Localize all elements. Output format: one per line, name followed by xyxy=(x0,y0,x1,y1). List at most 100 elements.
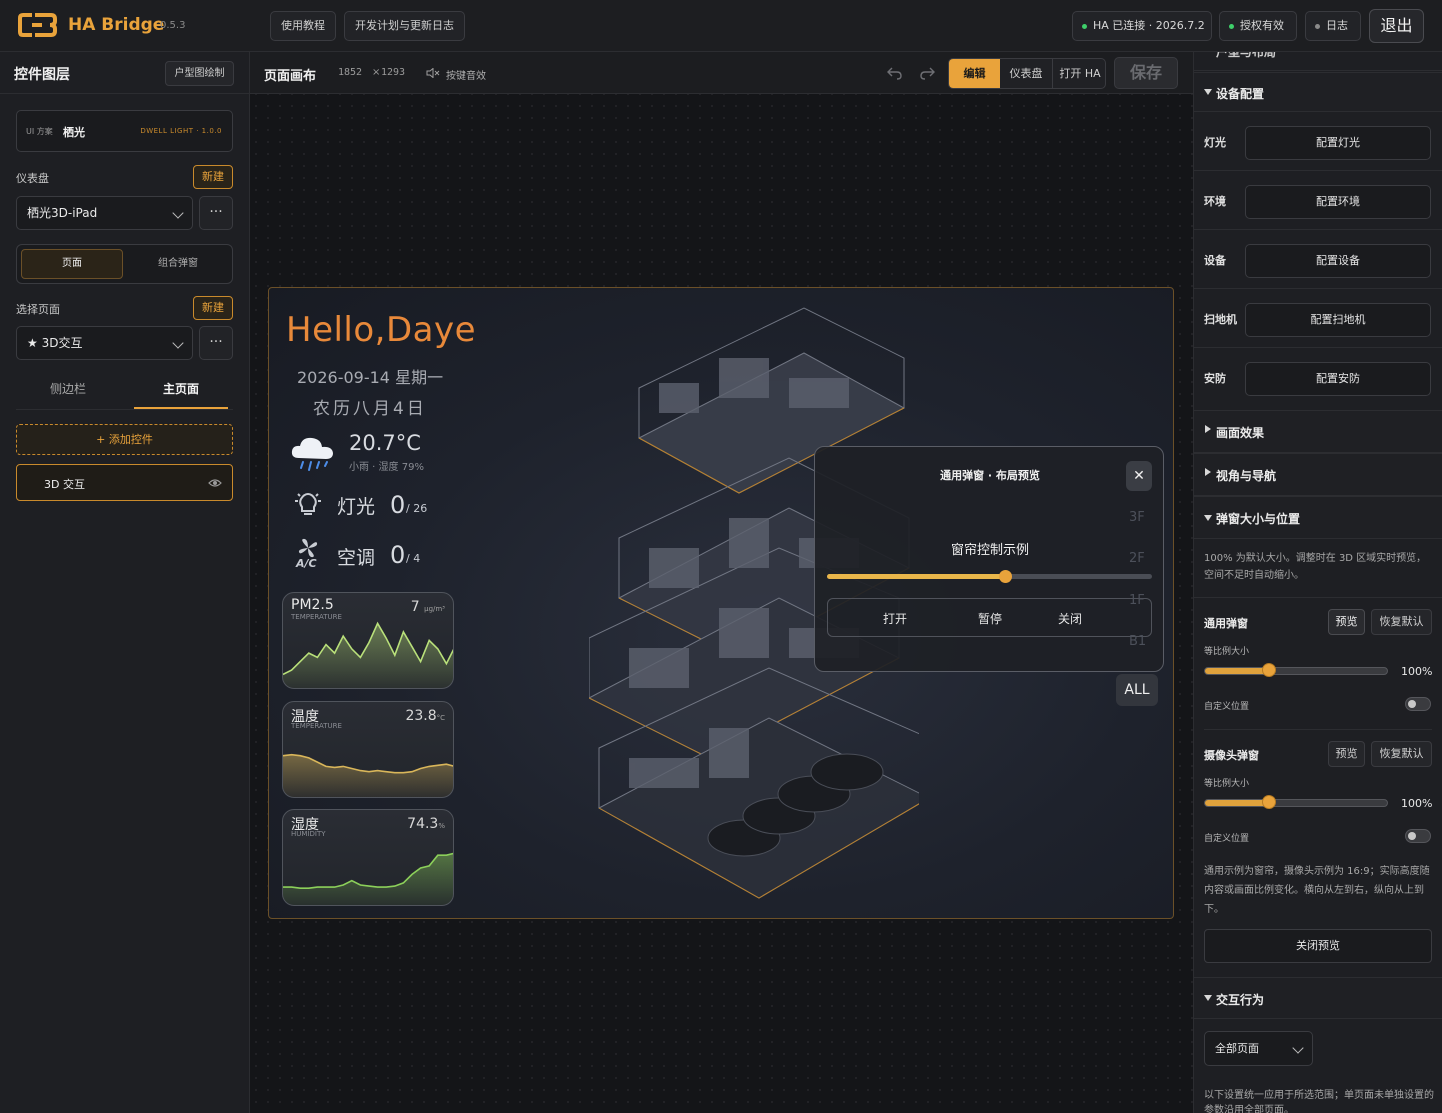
ui-scheme-card[interactable]: UI 方案 栖光 DWELL LIGHT · 1.0.0 xyxy=(16,110,233,152)
device-row-light: 灯光 配置灯光 xyxy=(1194,112,1442,171)
mode-edit[interactable]: 编辑 xyxy=(949,59,1000,88)
layer-item[interactable]: 3D 交互 xyxy=(16,464,233,501)
ha-status-badge[interactable]: HA 已连接 · 2026.7.2 xyxy=(1072,11,1212,41)
general-scale-value: 100% xyxy=(1401,665,1433,678)
ui-scheme-tag: DWELL LIGHT · 1.0.0 xyxy=(140,127,222,135)
mode-tabs: 页面 组合弹窗 xyxy=(16,244,233,284)
config-security-button[interactable]: 配置安防 xyxy=(1245,362,1431,396)
interaction-title: 交互行为 xyxy=(1216,993,1265,1007)
undo-icon[interactable] xyxy=(887,66,903,80)
chart-area xyxy=(283,754,453,797)
log-button[interactable]: 日志 xyxy=(1305,11,1361,41)
mode-switch: 编辑 仪表盘 打开 HA xyxy=(948,58,1106,89)
view-nav-header[interactable]: 视角与导航 xyxy=(1194,453,1442,496)
floor-1f-label[interactable]: 1F xyxy=(1129,593,1145,608)
camera-scale-slider[interactable] xyxy=(1204,795,1388,809)
save-button[interactable]: 保存 xyxy=(1114,57,1178,89)
close-preview-button[interactable]: 关闭预览 xyxy=(1204,929,1432,963)
tab-indicator xyxy=(134,407,228,409)
floor-3f-label[interactable]: 3F xyxy=(1129,510,1145,525)
eye-icon[interactable] xyxy=(208,478,222,488)
mute-icon[interactable] xyxy=(426,68,440,78)
device-label: 设备 xyxy=(1204,254,1226,267)
tab-page[interactable]: 页面 xyxy=(21,249,123,279)
chart-subtitle: TEMPERATURE xyxy=(291,722,342,730)
floor-2f-label[interactable]: 2F xyxy=(1129,551,1145,566)
mode-open-ha[interactable]: 打开 HA xyxy=(1053,59,1105,88)
curtain-buttons: 打开 暂停 关闭 xyxy=(827,598,1152,637)
curtain-close-button[interactable]: 关闭 xyxy=(1045,610,1095,627)
page-more-button[interactable]: ··· xyxy=(199,326,233,360)
license-badge[interactable]: 授权有效 xyxy=(1219,11,1297,41)
ac-label: 空调 xyxy=(337,547,376,569)
pm25-chart-card[interactable]: PM2.5 TEMPERATURE 7 μg/m³ xyxy=(282,592,454,689)
chart-title: PM2.5 xyxy=(291,597,334,613)
app-logo-icon xyxy=(18,13,57,37)
camera-preview-button[interactable]: 预览 xyxy=(1328,741,1365,767)
caret-down-icon xyxy=(1204,995,1212,1001)
floor-b1-label[interactable]: B1 xyxy=(1129,634,1146,649)
popup-size-header[interactable]: 弹窗大小与位置 xyxy=(1194,496,1442,539)
new-page-button[interactable]: 新建 xyxy=(193,296,233,320)
chart-unit: % xyxy=(438,822,445,830)
temperature-chart-card[interactable]: 温度 TEMPERATURE 23.8°C xyxy=(282,701,454,798)
all-floors-button[interactable]: ALL xyxy=(1116,674,1158,706)
camera-custom-pos-toggle[interactable] xyxy=(1405,829,1431,843)
floorplan-button[interactable]: 户型图绘制 xyxy=(165,61,234,86)
curtain-open-button[interactable]: 打开 xyxy=(870,610,920,627)
tab-main-page[interactable]: 主页面 xyxy=(134,380,228,397)
general-reset-button[interactable]: 恢复默认 xyxy=(1371,609,1432,635)
logout-button[interactable]: 退出 xyxy=(1369,9,1424,43)
device-config-header[interactable]: 设备配置 xyxy=(1194,72,1442,112)
dashboard-more-button[interactable]: ··· xyxy=(199,196,233,230)
sound-toggle-label[interactable]: 按键音效 xyxy=(446,67,486,82)
effects-header[interactable]: 画面效果 xyxy=(1194,410,1442,453)
layer-item-label: 3D 交互 xyxy=(44,478,85,491)
light-total: / 26 xyxy=(406,502,428,515)
config-env-button[interactable]: 配置环境 xyxy=(1245,185,1431,219)
chevron-down-icon xyxy=(172,207,184,219)
general-custom-pos-toggle[interactable] xyxy=(1405,697,1431,711)
redo-icon[interactable] xyxy=(919,66,935,80)
humidity-chart-card[interactable]: 湿度 HUMIDITY 74.3% xyxy=(282,809,454,906)
tab-combo-popup[interactable]: 组合弹窗 xyxy=(127,249,229,279)
status-dot-icon xyxy=(1229,24,1234,29)
rain-cloud-icon xyxy=(291,437,333,471)
new-dashboard-button[interactable]: 新建 xyxy=(193,165,233,189)
tab-sidebar[interactable]: 侧边栏 xyxy=(16,380,120,397)
config-light-button[interactable]: 配置灯光 xyxy=(1245,126,1431,160)
camera-custom-pos-label: 自定义位置 xyxy=(1204,834,1250,844)
chevron-down-icon xyxy=(1292,1042,1304,1054)
page-select[interactable]: ★ 3D交互 xyxy=(16,326,193,360)
general-scale-slider[interactable] xyxy=(1204,663,1388,677)
layout-section-header[interactable]: 户型与布局 xyxy=(1194,52,1442,71)
curtain-slider[interactable] xyxy=(827,570,1152,583)
divider xyxy=(1194,597,1442,598)
dashboard-select[interactable]: 栖光3D-iPad xyxy=(16,196,193,230)
roadmap-button[interactable]: 开发计划与更新日志 xyxy=(344,11,465,41)
slider-knob[interactable] xyxy=(1262,795,1276,809)
ac-total: / 4 xyxy=(406,552,421,565)
mode-dashboard[interactable]: 仪表盘 xyxy=(1000,59,1053,88)
close-icon[interactable]: ✕ xyxy=(1126,461,1152,491)
camera-reset-button[interactable]: 恢复默认 xyxy=(1371,741,1432,767)
curtain-slider-knob[interactable] xyxy=(999,570,1012,583)
chart-unit: °C xyxy=(436,714,445,722)
popup-footnote: 通用示例为窗帘，摄像头示例为 16:9；实际高度随内容或画面比例变化。横向从左到… xyxy=(1204,866,1430,915)
general-preview-button[interactable]: 预览 xyxy=(1328,609,1365,635)
chart-area xyxy=(283,623,453,688)
date-text: 2026-09-14 星期一 xyxy=(297,368,444,387)
curtain-pause-button[interactable]: 暂停 xyxy=(965,610,1015,627)
sub-tabs: 侧边栏 主页面 xyxy=(16,374,233,410)
scope-select[interactable]: 全部页面 xyxy=(1204,1031,1313,1066)
caret-down-icon xyxy=(1204,89,1212,95)
right-panel: 户型与布局 设备配置 灯光 配置灯光 环境 配置环境 设备 配置设备 扫地机 配… xyxy=(1193,52,1442,1113)
config-vacuum-button[interactable]: 配置扫地机 xyxy=(1245,303,1431,337)
device-row-security: 安防 配置安防 xyxy=(1194,348,1442,409)
add-widget-button[interactable]: + 添加控件 xyxy=(16,424,233,455)
config-device-button[interactable]: 配置设备 xyxy=(1245,244,1431,278)
interaction-header[interactable]: 交互行为 xyxy=(1194,977,1442,1019)
slider-knob[interactable] xyxy=(1262,663,1276,677)
ha-status-text: HA 已连接 · 2026.7.2 xyxy=(1093,19,1205,32)
tutorial-button[interactable]: 使用教程 xyxy=(270,11,336,41)
